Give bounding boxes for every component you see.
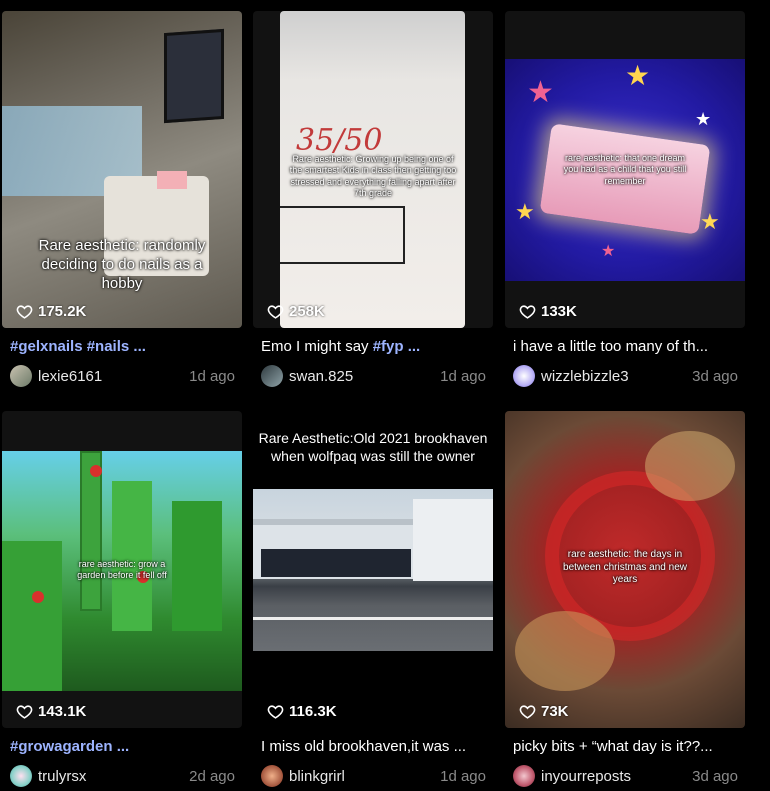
video-caption[interactable]: i have a little too many of th... <box>513 338 738 355</box>
author-row[interactable]: wizzlebizzle3 3d ago <box>513 364 738 388</box>
video-caption[interactable]: picky bits + “what day is it??... <box>513 738 738 755</box>
video-thumbnail[interactable]: rare aesthetic: grow a garden before it … <box>2 411 242 728</box>
hashtag-link[interactable]: #growagarden ... <box>10 738 129 755</box>
post-age: 3d ago <box>692 767 738 785</box>
like-count: 116.3K <box>267 703 337 720</box>
like-count: 73K <box>519 703 569 720</box>
video-caption[interactable]: Emo I might say #fyp ... <box>261 338 486 355</box>
author-row[interactable]: swan.825 1d ago <box>261 364 486 388</box>
username[interactable]: swan.825 <box>289 368 440 385</box>
author-row[interactable]: trulyrsx 2d ago <box>10 764 235 788</box>
avatar[interactable] <box>261 365 283 387</box>
username[interactable]: inyourreposts <box>541 768 692 785</box>
video-thumbnail[interactable]: Rare Aesthetic:Old 2021 brookhaven when … <box>253 411 493 728</box>
hashtag-link[interactable]: #gelxnails #nails ... <box>10 338 146 355</box>
video-caption[interactable]: I miss old brookhaven,it was ... <box>261 738 486 755</box>
caption-text: I miss old brookhaven,it was ... <box>261 738 467 755</box>
like-count-value: 116.3K <box>289 703 337 720</box>
overlay-caption: rare aesthetic: that one dream you had a… <box>563 153 687 186</box>
overlay-caption: Rare Aesthetic:Old 2021 brookhaven when … <box>258 430 488 464</box>
post-age: 2d ago <box>189 767 235 785</box>
overlay-caption: rare aesthetic: the days in between chri… <box>563 549 687 585</box>
overlay-caption: Rare aesthetic: Growing up being one of … <box>289 154 457 198</box>
post-age: 3d ago <box>692 367 738 385</box>
avatar[interactable] <box>10 765 32 787</box>
heart-icon <box>16 305 33 319</box>
like-count-value: 73K <box>541 703 569 720</box>
caption-text: i have a little too many of th... <box>513 338 709 355</box>
heart-icon <box>16 705 33 719</box>
overlay-caption: rare aesthetic: grow a garden before it … <box>77 559 167 581</box>
avatar[interactable] <box>513 365 535 387</box>
like-count: 133K <box>519 303 577 320</box>
author-row[interactable]: inyourreposts 3d ago <box>513 764 738 788</box>
username[interactable]: lexie6161 <box>38 368 189 385</box>
caption-text: picky bits + “what day is it??... <box>513 738 713 755</box>
score-text: 35/50 <box>296 123 383 158</box>
video-thumbnail[interactable]: rare aesthetic: the days in between chri… <box>505 411 745 728</box>
like-count: 175.2K <box>16 303 86 320</box>
heart-icon <box>267 305 284 319</box>
video-caption[interactable]: #growagarden ... <box>10 738 235 755</box>
post-age: 1d ago <box>440 367 486 385</box>
avatar[interactable] <box>10 365 32 387</box>
post-age: 1d ago <box>189 367 235 385</box>
thumbnail-image <box>253 489 493 651</box>
heart-icon <box>267 705 284 719</box>
username[interactable]: wizzlebizzle3 <box>541 368 692 385</box>
author-row[interactable]: blinkgrirl 1d ago <box>261 764 486 788</box>
video-thumbnail[interactable]: 35/50 Rare aesthetic: Growing up being o… <box>253 11 493 328</box>
video-thumbnail[interactable]: Rare aesthetic: randomly deciding to do … <box>2 11 242 328</box>
overlay-caption: Rare aesthetic: randomly deciding to do … <box>38 237 206 292</box>
like-count: 258K <box>267 303 325 320</box>
like-count-value: 143.1K <box>38 703 87 720</box>
avatar[interactable] <box>261 765 283 787</box>
video-caption[interactable]: #gelxnails #nails ... <box>10 338 235 355</box>
like-count-value: 133K <box>541 303 577 320</box>
heart-icon <box>519 305 536 319</box>
heart-icon <box>519 705 536 719</box>
like-count-value: 175.2K <box>38 303 87 320</box>
like-count: 143.1K <box>16 703 86 720</box>
author-row[interactable]: lexie6161 1d ago <box>10 364 235 388</box>
username[interactable]: trulyrsx <box>38 768 189 785</box>
avatar[interactable] <box>513 765 535 787</box>
caption-text: Emo I might say <box>261 338 373 355</box>
video-thumbnail[interactable]: ★ ★ ★ ★ ★ ★ rare aesthetic: that one dre… <box>505 11 745 328</box>
username[interactable]: blinkgrirl <box>289 768 440 785</box>
post-age: 1d ago <box>440 767 486 785</box>
hashtag-link[interactable]: #fyp ... <box>373 338 421 355</box>
like-count-value: 258K <box>289 303 325 320</box>
